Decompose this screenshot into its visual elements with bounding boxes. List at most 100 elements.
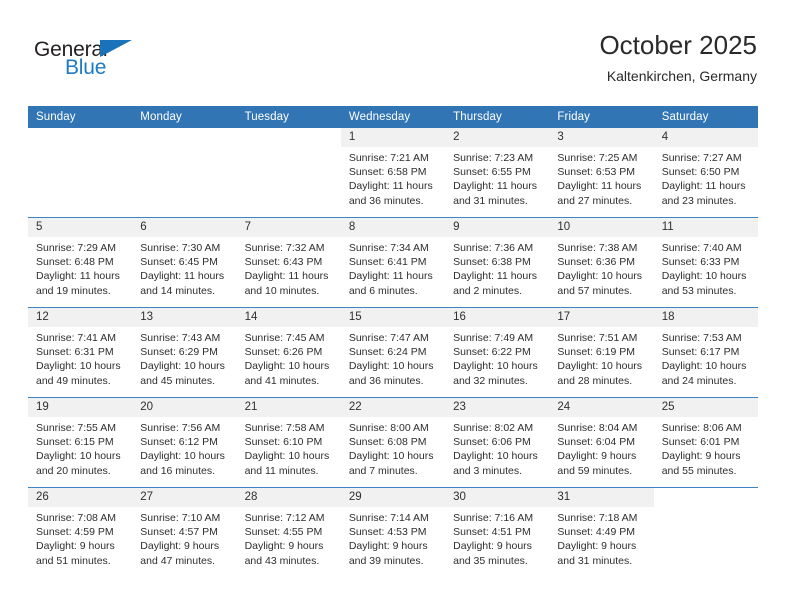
day-number: 19 xyxy=(28,398,133,417)
sunset-text: Sunset: 6:36 PM xyxy=(557,256,636,269)
calendar-day-cell[interactable]: 4 Sunrise: 7:27 AM Sunset: 6:50 PM Daylight… xyxy=(653,128,758,217)
calendar-day-cell-empty xyxy=(237,128,341,217)
day-details: Sunrise: 7:30 AM Sunset: 6:45 PM Daylight:… xyxy=(132,237,236,298)
calendar-day-cell[interactable]: 19 Sunrise: 7:55 AM Sunset: 6:15 PM Dayligh… xyxy=(28,398,133,487)
day-number: 13 xyxy=(132,308,237,327)
sunset-text: Sunset: 6:15 PM xyxy=(36,436,114,449)
calendar-day-cell[interactable]: 8 Sunrise: 7:34 AM Sunset: 6:41 PM Daylight… xyxy=(340,218,446,307)
daylight-text-line2: and 43 minutes. xyxy=(244,554,320,567)
sunset-text: Sunset: 6:43 PM xyxy=(244,256,323,269)
daylight-text-line1: Daylight: 10 hours xyxy=(348,450,434,463)
calendar-day-cell[interactable]: 31 Sunrise: 7:18 AM Sunset: 4:49 PM Dayligh… xyxy=(549,488,654,577)
sunrise-text: Sunrise: 7:29 AM xyxy=(36,242,116,254)
calendar-day-cell[interactable]: 17 Sunrise: 7:51 AM Sunset: 6:19 PM Dayligh… xyxy=(549,308,654,397)
calendar-day-cell[interactable]: 13 Sunrise: 7:43 AM Sunset: 6:29 PM Dayligh… xyxy=(132,308,237,397)
calendar-day-cell[interactable]: 1 Sunrise: 7:21 AM Sunset: 6:58 PM Daylight… xyxy=(340,128,446,217)
title-block: October 2025 Kaltenkirchen, Germany xyxy=(599,28,757,87)
day-number: 29 xyxy=(340,488,446,507)
day-details: Sunrise: 7:32 AM Sunset: 6:43 PM Daylight:… xyxy=(237,237,341,298)
sunrise-text: Sunrise: 7:18 AM xyxy=(557,512,638,524)
sunrise-text: Sunrise: 7:45 AM xyxy=(244,332,325,344)
day-details: Sunrise: 7:10 AM Sunset: 4:57 PM Daylight:… xyxy=(132,507,236,568)
sunrise-text: Sunrise: 7:43 AM xyxy=(140,332,221,344)
sunrise-text: Sunrise: 8:02 AM xyxy=(453,422,534,434)
calendar-day-cell[interactable]: 18 Sunrise: 7:53 AM Sunset: 6:17 PM Dayligh… xyxy=(653,308,758,397)
daylight-text-line1: Daylight: 9 hours xyxy=(244,540,324,553)
day-number: 5 xyxy=(28,218,133,237)
daylight-text-line2: and 24 minutes. xyxy=(661,374,737,387)
sunset-text: Sunset: 4:51 PM xyxy=(453,526,531,539)
day-number: 2 xyxy=(445,128,550,147)
daylight-text-line1: Daylight: 11 hours xyxy=(140,270,225,283)
sunrise-text: Sunrise: 7:49 AM xyxy=(453,332,534,344)
sunset-text: Sunset: 6:55 PM xyxy=(453,166,531,179)
sunset-text: Sunset: 6:01 PM xyxy=(661,436,740,449)
sunrise-text: Sunrise: 7:25 AM xyxy=(557,152,638,164)
day-number: 11 xyxy=(653,218,758,237)
day-number: 9 xyxy=(445,218,550,237)
daylight-text-line2: and 53 minutes. xyxy=(661,284,737,297)
daylight-text-line2: and 16 minutes. xyxy=(140,464,215,477)
calendar-page: General Blue October 2025 Kaltenkirchen,… xyxy=(0,0,792,612)
calendar-day-cell[interactable]: 9 Sunrise: 7:36 AM Sunset: 6:38 PM Daylight… xyxy=(445,218,550,307)
calendar-day-cell[interactable]: 23 Sunrise: 8:02 AM Sunset: 6:06 PM Dayligh… xyxy=(445,398,550,487)
day-details: Sunrise: 7:21 AM Sunset: 6:58 PM Daylight:… xyxy=(341,147,445,208)
day-details: Sunrise: 7:43 AM Sunset: 6:29 PM Daylight:… xyxy=(132,327,236,388)
sunset-text: Sunset: 6:10 PM xyxy=(244,436,323,449)
calendar-day-cell[interactable]: 24 Sunrise: 8:04 AM Sunset: 6:04 PM Dayligh… xyxy=(549,398,654,487)
calendar-day-cell[interactable]: 27 Sunrise: 7:10 AM Sunset: 4:57 PM Dayligh… xyxy=(132,488,237,577)
calendar-day-cell[interactable]: 7 Sunrise: 7:32 AM Sunset: 6:43 PM Daylight… xyxy=(236,218,341,307)
calendar-day-cell[interactable]: 15 Sunrise: 7:47 AM Sunset: 6:24 PM Dayligh… xyxy=(340,308,446,397)
calendar-day-cell[interactable]: 25 Sunrise: 8:06 AM Sunset: 6:01 PM Dayligh… xyxy=(653,398,758,487)
day-details: Sunrise: 8:00 AM Sunset: 6:08 PM Daylight:… xyxy=(341,417,445,478)
page-masthead: General Blue October 2025 Kaltenkirchen,… xyxy=(28,28,757,98)
daylight-text-line1: Daylight: 11 hours xyxy=(557,180,642,193)
daylight-text-line1: Daylight: 11 hours xyxy=(453,180,537,193)
daylight-text-line2: and 36 minutes. xyxy=(348,374,424,387)
calendar-week-row: 26 Sunrise: 7:08 AM Sunset: 4:59 PM Dayligh… xyxy=(28,487,758,577)
sunrise-text: Sunrise: 7:21 AM xyxy=(348,152,429,164)
day-details: Sunrise: 7:41 AM Sunset: 6:31 PM Daylight:… xyxy=(28,327,132,388)
calendar-day-cell[interactable]: 21 Sunrise: 7:58 AM Sunset: 6:10 PM Dayligh… xyxy=(236,398,341,487)
calendar-day-cell[interactable]: 20 Sunrise: 7:56 AM Sunset: 6:12 PM Dayligh… xyxy=(132,398,237,487)
daylight-text-line1: Daylight: 11 hours xyxy=(348,270,433,283)
calendar-day-cell[interactable]: 11 Sunrise: 7:40 AM Sunset: 6:33 PM Dayligh… xyxy=(653,218,758,307)
calendar-week-row: 19 Sunrise: 7:55 AM Sunset: 6:15 PM Dayligh… xyxy=(28,397,758,488)
calendar-day-cell[interactable]: 2 Sunrise: 7:23 AM Sunset: 6:55 PM Daylight… xyxy=(445,128,550,217)
sunset-text: Sunset: 6:38 PM xyxy=(453,256,531,269)
day-number: 12 xyxy=(28,308,133,327)
day-number: 8 xyxy=(340,218,446,237)
daylight-text-line2: and 10 minutes. xyxy=(244,284,320,297)
calendar-day-cell[interactable]: 10 Sunrise: 7:38 AM Sunset: 6:36 PM Dayligh… xyxy=(549,218,654,307)
daylight-text-line2: and 14 minutes. xyxy=(140,284,215,297)
sunset-text: Sunset: 4:59 PM xyxy=(36,526,114,539)
calendar-day-cell[interactable]: 29 Sunrise: 7:14 AM Sunset: 4:53 PM Dayligh… xyxy=(340,488,446,577)
calendar-day-cell[interactable]: 14 Sunrise: 7:45 AM Sunset: 6:26 PM Dayligh… xyxy=(236,308,341,397)
daylight-text-line2: and 32 minutes. xyxy=(453,374,528,387)
calendar-day-cell[interactable]: 3 Sunrise: 7:25 AM Sunset: 6:53 PM Daylight… xyxy=(549,128,654,217)
sunrise-text: Sunrise: 7:23 AM xyxy=(453,152,534,164)
day-number: 4 xyxy=(653,128,758,147)
calendar-day-cell[interactable]: 22 Sunrise: 8:00 AM Sunset: 6:08 PM Dayligh… xyxy=(340,398,446,487)
calendar-day-cell[interactable]: 16 Sunrise: 7:49 AM Sunset: 6:22 PM Dayligh… xyxy=(445,308,550,397)
day-number: 27 xyxy=(132,488,237,507)
sunrise-text: Sunrise: 7:14 AM xyxy=(348,512,429,524)
calendar-day-cell[interactable]: 12 Sunrise: 7:41 AM Sunset: 6:31 PM Dayligh… xyxy=(28,308,133,397)
day-number: 21 xyxy=(236,398,341,417)
weekday-header-monday: Monday xyxy=(132,106,237,128)
day-number: 30 xyxy=(445,488,550,507)
weekday-header-wednesday: Wednesday xyxy=(340,106,446,128)
calendar-day-cell[interactable]: 30 Sunrise: 7:16 AM Sunset: 4:51 PM Dayligh… xyxy=(445,488,550,577)
sunset-text: Sunset: 4:49 PM xyxy=(557,526,636,539)
day-number: 23 xyxy=(445,398,550,417)
calendar-day-cell[interactable]: 28 Sunrise: 7:12 AM Sunset: 4:55 PM Dayligh… xyxy=(236,488,341,577)
calendar-day-cell[interactable]: 6 Sunrise: 7:30 AM Sunset: 6:45 PM Daylight… xyxy=(132,218,237,307)
daylight-text-line1: Daylight: 11 hours xyxy=(453,270,537,283)
calendar-day-cell[interactable]: 5 Sunrise: 7:29 AM Sunset: 6:48 PM Daylight… xyxy=(28,218,133,307)
weekday-header-sunday: Sunday xyxy=(28,106,133,128)
weekday-header-thursday: Thursday xyxy=(445,106,550,128)
calendar-body: 1 Sunrise: 7:21 AM Sunset: 6:58 PM Daylight… xyxy=(28,128,758,577)
sunset-text: Sunset: 6:31 PM xyxy=(36,346,114,359)
calendar-day-cell[interactable]: 26 Sunrise: 7:08 AM Sunset: 4:59 PM Dayligh… xyxy=(28,488,133,577)
daylight-text-line1: Daylight: 10 hours xyxy=(36,360,121,373)
